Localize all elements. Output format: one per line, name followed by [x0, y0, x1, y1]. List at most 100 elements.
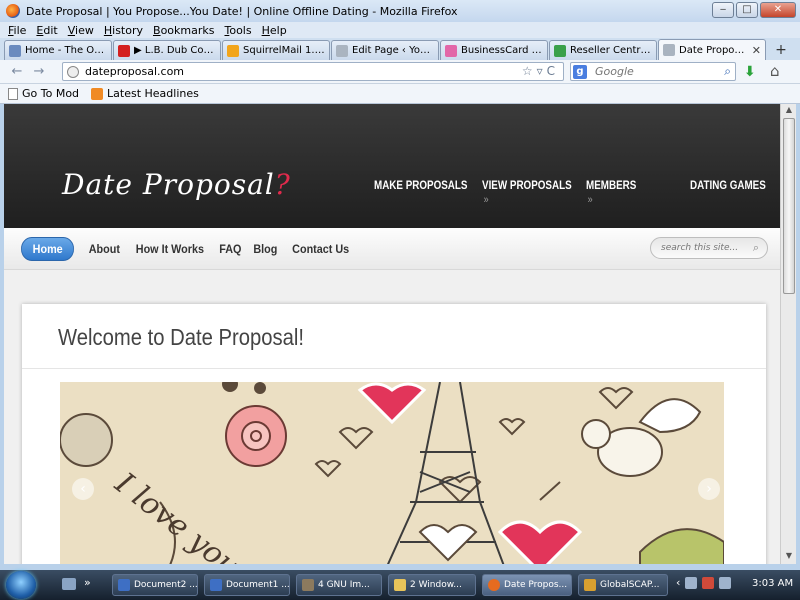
- minimize-button[interactable]: ‒: [712, 2, 734, 18]
- url-bar[interactable]: dateproposal.com ☆▿C: [62, 62, 564, 81]
- tab-edit-page[interactable]: Edit Page ‹ You Wa...: [331, 40, 439, 60]
- tray-expand-icon[interactable]: ‹: [676, 576, 680, 589]
- new-tab-button[interactable]: +: [771, 42, 791, 60]
- firefox-icon: [488, 579, 500, 591]
- scroll-thumb[interactable]: [783, 118, 795, 294]
- subnav-faq[interactable]: FAQ: [219, 242, 241, 256]
- google-icon[interactable]: g: [573, 64, 587, 79]
- subnav-about[interactable]: About: [89, 242, 120, 256]
- slider-prev-button[interactable]: ‹: [72, 478, 94, 500]
- site-header: Date Proposal? MAKE PROPOSALS VIEW PROPO…: [4, 104, 780, 228]
- task-document2[interactable]: Document2 ...: [112, 574, 198, 596]
- url-text[interactable]: dateproposal.com: [85, 65, 184, 78]
- tab-businesscard[interactable]: BusinessCard Them...: [440, 40, 548, 60]
- taskbar: » Document2 ... Document1 ... 4 GNU Im..…: [0, 570, 800, 600]
- task-globalscape[interactable]: GlobalSCAP...: [578, 574, 668, 596]
- search-icon[interactable]: ⌕: [724, 64, 731, 79]
- forward-button[interactable]: →: [28, 63, 50, 81]
- task-label: Date Propos...: [504, 580, 568, 590]
- download-icon[interactable]: ⬇: [744, 64, 756, 80]
- flower-icon: [445, 44, 457, 57]
- slider-next-button[interactable]: ›: [698, 478, 720, 500]
- nav-view-proposals[interactable]: VIEW PROPOSALS »: [482, 178, 572, 206]
- task-label: Document1 ...: [226, 580, 290, 590]
- slider-illustration: [60, 382, 724, 564]
- task-document1[interactable]: Document1 ...: [204, 574, 290, 596]
- tab-date-proposal[interactable]: Date Proposal | ... ✕: [658, 39, 766, 60]
- bookmark-label: Go To Mod: [22, 87, 80, 100]
- tab-label: SquirrelMail 1.4.22: [243, 45, 325, 56]
- menu-bookmarks[interactable]: Bookmarks: [153, 24, 214, 37]
- rose-icon: [225, 405, 287, 467]
- subnav-how-it-works[interactable]: How It Works: [136, 242, 204, 256]
- page-icon: [336, 44, 348, 57]
- task-label: 4 GNU Im...: [318, 580, 370, 590]
- menu-history[interactable]: History: [104, 24, 143, 37]
- search-input[interactable]: [595, 65, 705, 78]
- menu-tools[interactable]: Tools: [224, 24, 251, 37]
- tab-close-icon[interactable]: ✕: [752, 44, 761, 57]
- subnav-home[interactable]: Home: [20, 237, 75, 261]
- page-viewport: Date Proposal? MAKE PROPOSALS VIEW PROPO…: [4, 104, 780, 564]
- scroll-up-button[interactable]: ▲: [783, 105, 795, 117]
- site-search[interactable]: ⌕: [650, 237, 768, 259]
- clock[interactable]: 3:03 AM: [752, 578, 793, 589]
- nav-members[interactable]: MEMBERS »: [586, 178, 637, 206]
- quicklaunch-more[interactable]: »: [84, 576, 91, 589]
- site-search-input[interactable]: [661, 243, 741, 253]
- network-icon[interactable]: [685, 576, 698, 589]
- tab-reseller-central[interactable]: Reseller Central v3 - ...: [549, 40, 657, 60]
- word-icon: [210, 579, 222, 591]
- close-button[interactable]: ✕: [760, 2, 796, 18]
- nav-submenu-indicator: »: [483, 194, 489, 206]
- menu-help[interactable]: Help: [262, 24, 287, 37]
- site-identity-icon[interactable]: [67, 65, 79, 78]
- search-icon[interactable]: ⌕: [753, 241, 759, 255]
- divider: [22, 368, 766, 369]
- maximize-button[interactable]: □: [736, 2, 758, 18]
- subnav-blog[interactable]: Blog: [254, 242, 278, 256]
- window-controls: ‒ □ ✕: [712, 2, 796, 18]
- show-desktop-icon[interactable]: [62, 578, 76, 590]
- logo-text: Date Proposal: [62, 168, 275, 201]
- nav-make-proposals[interactable]: MAKE PROPOSALS: [374, 178, 467, 192]
- tab-label: ▶ L.B. Dub Corp - ...: [134, 45, 216, 56]
- image-slider[interactable]: I love you... ‹ ›: [60, 382, 724, 564]
- tab-label: BusinessCard Them...: [461, 45, 543, 56]
- bookmark-latest-headlines[interactable]: Latest Headlines: [91, 87, 199, 100]
- bookmark-label: Latest Headlines: [107, 87, 199, 100]
- window-title: Date Proposal | You Propose...You Date! …: [26, 4, 458, 18]
- navigation-bar: ← → dateproposal.com ☆▿C g ⌕ ⬇ ⌂: [0, 60, 800, 84]
- menu-view[interactable]: View: [68, 24, 94, 37]
- scroll-down-button[interactable]: ▼: [783, 551, 795, 563]
- menu-file[interactable]: File: [8, 24, 26, 37]
- start-button[interactable]: [6, 571, 36, 599]
- nav-label: MEMBERS: [586, 178, 637, 192]
- search-bar[interactable]: g ⌕: [570, 62, 736, 81]
- globalscape-icon: [584, 579, 596, 591]
- task-gnu-image[interactable]: 4 GNU Im...: [296, 574, 382, 596]
- menu-bar: File Edit View History Bookmarks Tools H…: [0, 22, 800, 38]
- menu-edit[interactable]: Edit: [36, 24, 57, 37]
- bookmark-go-to-mod[interactable]: Go To Mod: [8, 87, 79, 100]
- tab-squirrelmail[interactable]: SquirrelMail 1.4.22: [222, 40, 330, 60]
- task-windows-explorer[interactable]: 2 Window...: [388, 574, 476, 596]
- tab-label: Edit Page ‹ You Wa...: [352, 45, 434, 56]
- url-tools-icons[interactable]: ☆▿C: [522, 64, 559, 78]
- home-icon[interactable]: ⌂: [770, 62, 780, 80]
- tab-home-official[interactable]: Home - The OFFICI...: [4, 40, 112, 60]
- subnav-contact-us[interactable]: Contact Us: [292, 242, 349, 256]
- secondary-nav: Home About How It Works FAQ Blog Contact…: [4, 228, 780, 270]
- system-tray: ‹: [676, 576, 732, 589]
- site-logo[interactable]: Date Proposal?: [62, 168, 291, 201]
- nav-dating-games[interactable]: DATING GAMES: [690, 178, 766, 192]
- nav-submenu-indicator: »: [587, 194, 593, 206]
- back-button[interactable]: ←: [6, 63, 28, 81]
- flag-icon[interactable]: [702, 576, 715, 589]
- task-date-proposal[interactable]: Date Propos...: [482, 574, 572, 596]
- reseller-icon: [554, 44, 566, 57]
- tab-lb-dub-corp[interactable]: ▶ L.B. Dub Corp - ...: [113, 40, 221, 60]
- vertical-scrollbar[interactable]: ▲ ▼: [780, 104, 796, 564]
- volume-icon[interactable]: [719, 576, 732, 589]
- tab-label: Date Proposal | ...: [679, 44, 748, 56]
